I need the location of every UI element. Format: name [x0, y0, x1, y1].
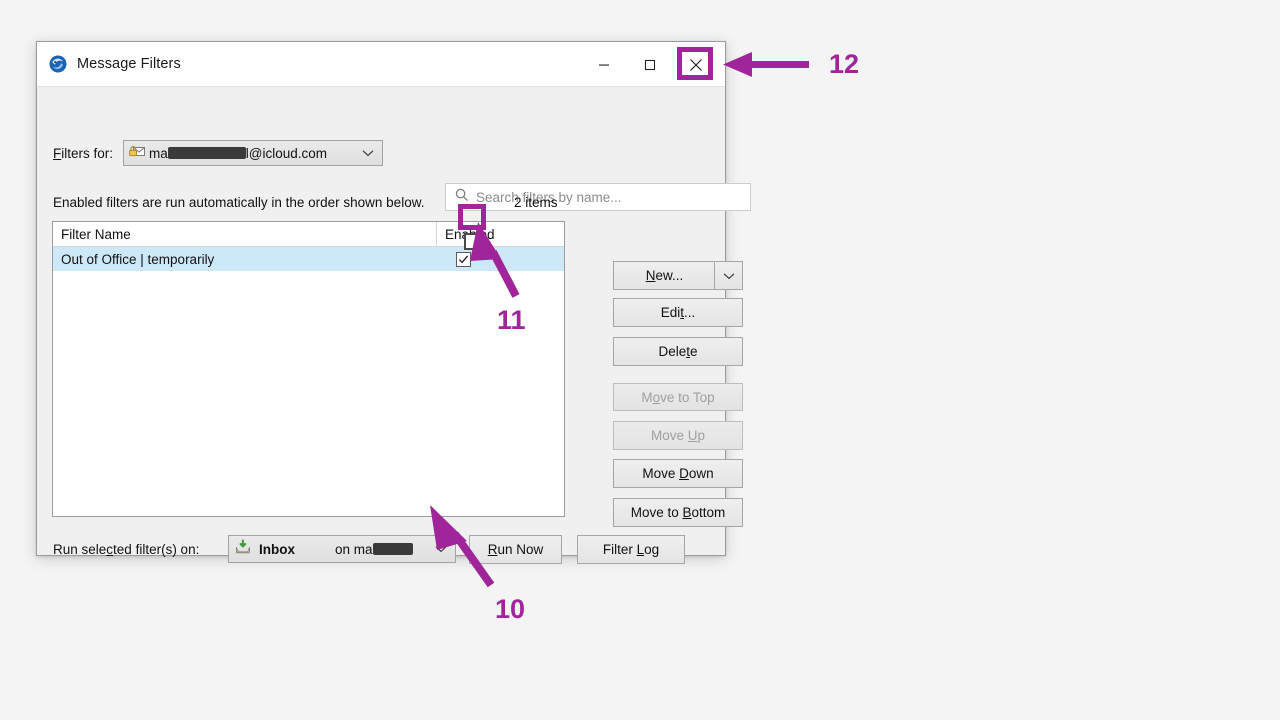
filter-name-cell: Out of Office | temporarily	[61, 251, 215, 267]
filters-for-label-rest: ilters for:	[61, 145, 114, 161]
annotation-arrow-12	[723, 52, 809, 77]
enabled-checkbox[interactable]	[456, 251, 471, 267]
annotation-number-11: 11	[497, 305, 526, 335]
locked-mail-icon	[129, 144, 146, 163]
redaction-bar	[167, 146, 246, 159]
new-dropdown-button[interactable]	[714, 261, 743, 290]
list-header: Filter Name Enabled	[53, 222, 564, 247]
close-button[interactable]	[673, 43, 719, 87]
run-now-button[interactable]: Run Now	[469, 535, 562, 564]
move-to-top-button[interactable]: Mo ve to Top	[613, 383, 743, 411]
annotation-number-10: 10	[495, 594, 526, 624]
search-icon	[455, 188, 469, 207]
column-header-enabled[interactable]: Enabled	[437, 222, 564, 246]
filters-hint-text: Enabled filters are run automatically in…	[53, 195, 425, 210]
folder-name: Inbox	[259, 541, 295, 557]
account-dropdown[interactable]: ma l@icloud.com	[123, 140, 384, 166]
move-to-bottom-button[interactable]: Move to Bottom	[613, 498, 743, 527]
maximize-button[interactable]	[627, 43, 673, 87]
run-selected-filters-label: Run selected filter(s) on:	[53, 542, 200, 557]
search-filters-field[interactable]: Search filters by name...	[445, 183, 751, 211]
filter-list[interactable]: Filter Name Enabled Out of Office | temp…	[52, 221, 565, 517]
column-header-filter-name[interactable]: Filter Name	[53, 222, 437, 246]
edit-button[interactable]: Edi t...	[613, 298, 743, 327]
window-controls	[581, 42, 725, 87]
filters-for-row: Filters for: ma l@icloud.com	[53, 140, 384, 166]
minimize-button[interactable]	[581, 43, 627, 87]
thunderbird-icon	[49, 55, 67, 73]
redaction-bar	[372, 542, 413, 555]
item-count-label: 2 items	[514, 195, 558, 210]
inbox-icon	[235, 538, 251, 560]
move-up-button[interactable]: Move Up	[613, 421, 743, 450]
chevron-down-icon	[362, 144, 374, 162]
annotation-number-12: 12	[829, 49, 860, 79]
filter-enabled-cell	[437, 251, 564, 267]
filters-for-label: Filters for:	[53, 145, 114, 161]
close-button-wrapper	[673, 43, 719, 87]
chevron-down-icon	[435, 540, 447, 558]
table-row[interactable]: Out of Office | temporarily	[53, 247, 564, 271]
title-bar: Message Filters	[37, 42, 725, 87]
move-down-button[interactable]: Move Down	[613, 459, 743, 488]
window-title: Message Filters	[77, 56, 181, 72]
account-email: ma l@icloud.com	[149, 145, 328, 161]
folder-account: on ma	[335, 542, 413, 557]
annotation-ghost-checkbox	[464, 233, 481, 250]
delete-button[interactable]: Dele t e	[613, 337, 743, 366]
new-button[interactable]: New...	[613, 261, 716, 290]
chevron-down-icon	[723, 268, 735, 283]
folder-dropdown[interactable]: Inbox on ma	[228, 535, 456, 563]
filter-log-button[interactable]: Filter Log	[577, 535, 685, 564]
message-filters-window: Message Filters Filters for: ma l@icloud…	[36, 41, 751, 564]
window-body: Filters for: ma l@icloud.com Search filt…	[37, 87, 751, 564]
